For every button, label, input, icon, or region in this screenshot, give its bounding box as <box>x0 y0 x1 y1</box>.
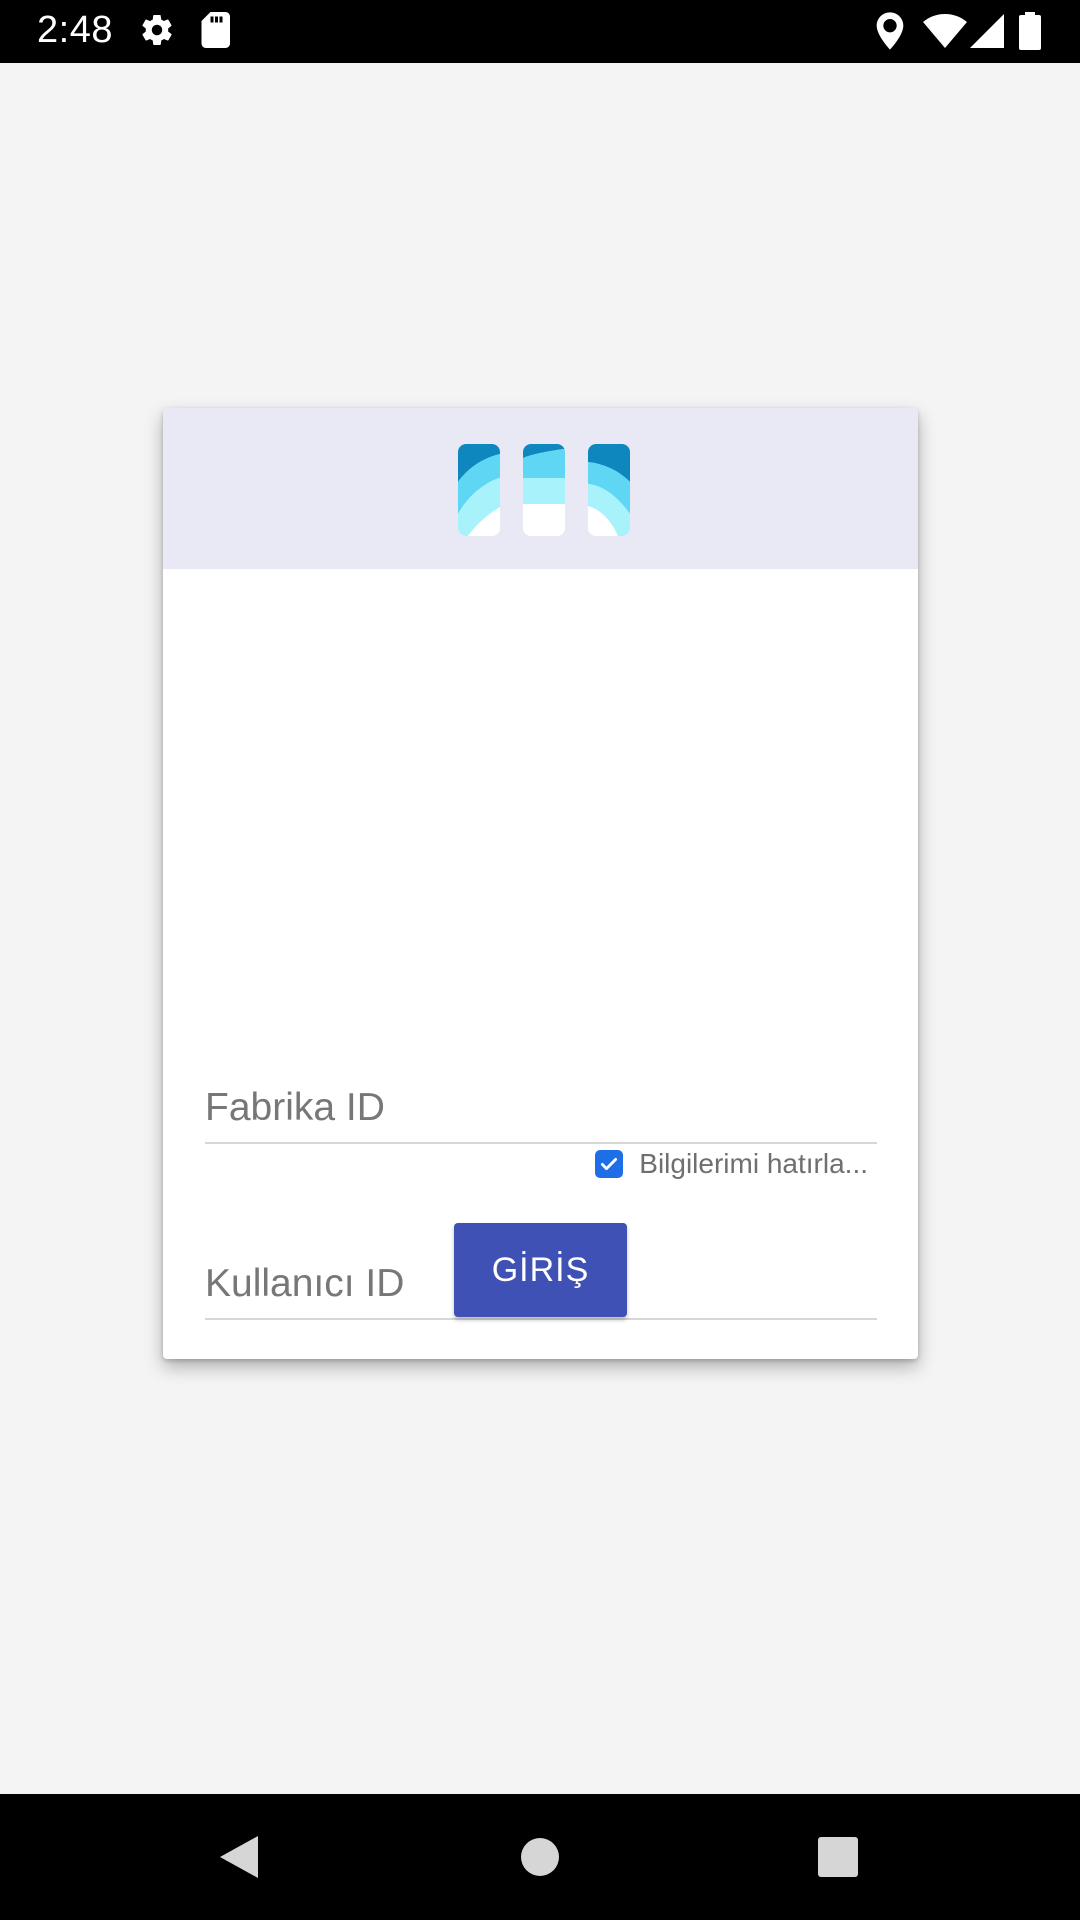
home-icon[interactable] <box>510 1794 570 1920</box>
wifi-icon <box>923 14 967 53</box>
back-icon[interactable] <box>208 1794 270 1920</box>
check-icon <box>601 1158 618 1170</box>
factory-id-input[interactable] <box>205 1086 877 1130</box>
navigation-bar <box>0 1794 1080 1920</box>
recents-icon[interactable] <box>816 1794 860 1920</box>
status-time: 2:48 <box>37 9 113 51</box>
login-button[interactable]: GİRİŞ <box>454 1223 627 1317</box>
status-bar: 2:48 <box>0 0 1080 63</box>
sd-card-icon <box>199 12 231 53</box>
battery-icon <box>1019 12 1041 55</box>
factory-id-field[interactable] <box>205 1072 877 1144</box>
card-header <box>163 408 918 569</box>
signal-icon <box>970 14 1004 53</box>
location-icon <box>874 12 906 55</box>
login-card: Bilgilerimi hatırla... GİRİŞ <box>163 408 918 1359</box>
gear-icon <box>139 12 175 53</box>
remember-me[interactable]: Bilgilerimi hatırla... <box>595 1148 868 1180</box>
remember-label: Bilgilerimi hatırla... <box>639 1148 868 1179</box>
remember-checkbox[interactable] <box>595 1150 624 1178</box>
app-logo <box>458 444 630 541</box>
